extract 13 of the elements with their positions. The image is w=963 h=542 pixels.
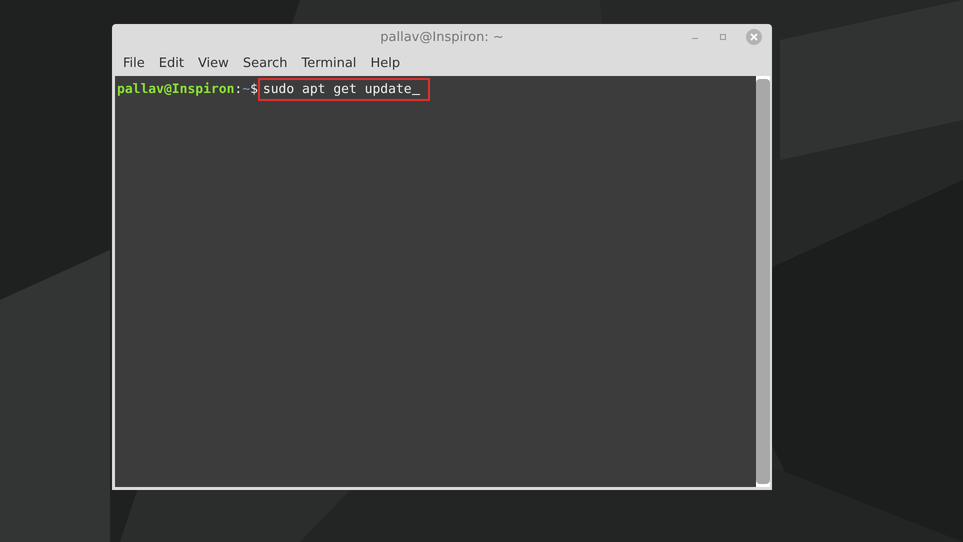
menu-item[interactable]: Help: [363, 56, 408, 70]
scrollbar[interactable]: [756, 79, 770, 484]
close-icon[interactable]: [746, 29, 762, 45]
cursor-icon: [412, 94, 420, 95]
menu-item[interactable]: Edit: [152, 56, 191, 70]
prompt-text: pallav@Inspiron:~$: [117, 82, 258, 97]
menu-item[interactable]: File: [116, 56, 152, 70]
window-title: pallav@Inspiron: ~: [380, 30, 504, 44]
maximize-icon[interactable]: [718, 32, 728, 42]
command-text: sudo apt get update: [258, 78, 430, 101]
menu-item[interactable]: View: [190, 56, 236, 70]
menu-item[interactable]: Terminal: [294, 56, 364, 70]
menu-item[interactable]: Search: [236, 56, 294, 70]
